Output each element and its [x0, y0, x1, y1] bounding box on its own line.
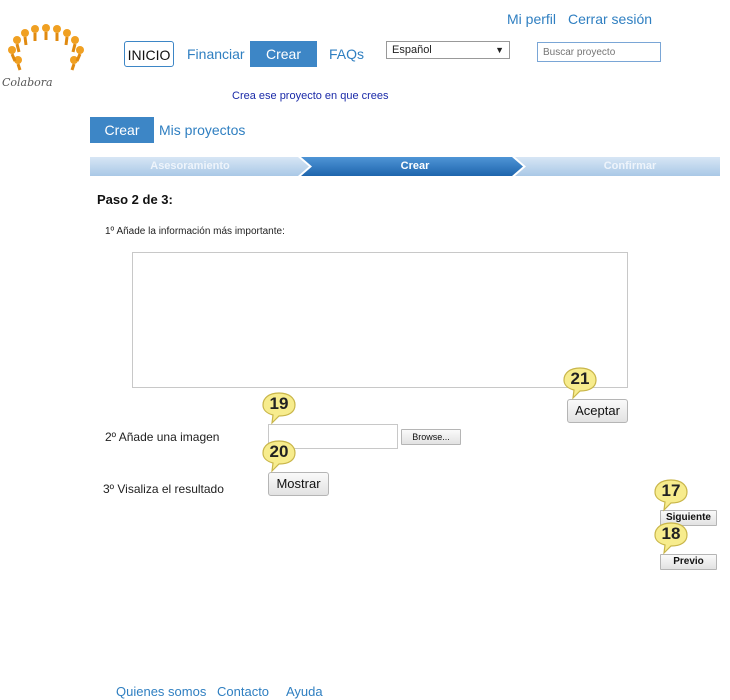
annotation-badge-20: 20 — [262, 440, 296, 473]
mostrar-button[interactable]: Mostrar — [268, 472, 329, 496]
step-crear: Crear — [400, 160, 430, 172]
step-confirmar: Confirmar — [603, 160, 657, 172]
nav-inicio[interactable]: INICIO — [124, 41, 174, 67]
language-select[interactable]: Español ▼ — [386, 41, 510, 59]
annotation-badge-17: 17 — [654, 479, 688, 512]
previo-button[interactable]: Previo — [660, 554, 717, 570]
nav-crear[interactable]: Crear — [250, 41, 317, 67]
tagline: Crea ese proyecto en que crees — [232, 90, 389, 102]
annotation-badge-19: 19 — [262, 392, 296, 425]
search-input[interactable] — [537, 42, 661, 62]
info-label: 1º Añade la información más importante: — [105, 226, 285, 237]
step-asesoramiento: Asesoramiento — [150, 160, 230, 172]
nav-financiar[interactable]: Financiar — [187, 41, 245, 67]
visualize-label: 3º Visaliza el resultado — [103, 482, 224, 496]
nav-faqs[interactable]: FAQs — [329, 41, 364, 67]
profile-link[interactable]: Mi perfil — [507, 11, 556, 27]
logo-figures-icon — [8, 24, 84, 71]
footer-quienes-somos[interactable]: Quienes somos — [116, 684, 206, 699]
chevron-down-icon: ▼ — [495, 45, 504, 55]
language-value: Español — [392, 44, 432, 56]
subnav-crear[interactable]: Crear — [90, 117, 154, 143]
footer-ayuda[interactable]: Ayuda — [286, 684, 323, 699]
footer-contacto[interactable]: Contacto — [217, 684, 269, 699]
logout-link[interactable]: Cerrar sesión — [568, 11, 652, 27]
logo-text: Colabora — [2, 76, 53, 89]
annotation-badge-21: 21 — [563, 367, 597, 400]
browse-button[interactable]: Browse... — [401, 429, 461, 445]
annotation-badge-18: 18 — [654, 522, 688, 555]
info-textarea[interactable] — [132, 252, 628, 388]
aceptar-button[interactable]: Aceptar — [567, 399, 628, 423]
image-label: 2º Añade una imagen — [105, 430, 220, 444]
step-title: Paso 2 de 3: — [97, 192, 173, 207]
logo[interactable]: Colabora — [2, 20, 90, 92]
subnav-mis-proyectos[interactable]: Mis proyectos — [159, 122, 245, 138]
